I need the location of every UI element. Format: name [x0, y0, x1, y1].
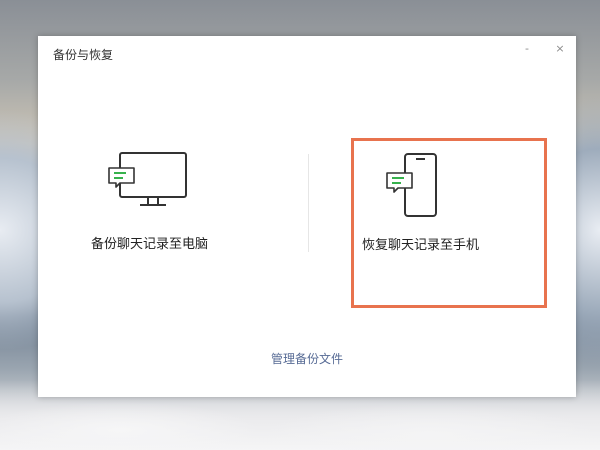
desktop-background: 备份与恢复 - × 备份聊天记录至电脑 恢复聊天记录至手机 管理备份文件: [0, 0, 600, 450]
backup-restore-window: 备份与恢复 - × 备份聊天记录至电脑 恢复聊天记录至手机 管理备份文件: [38, 36, 576, 397]
close-button[interactable]: ×: [552, 41, 568, 57]
backup-to-pc-option[interactable]: 备份聊天记录至电脑: [68, 136, 278, 296]
phone-chat-icon: [386, 153, 440, 223]
restore-to-phone-label: 恢复聊天记录至手机: [362, 238, 480, 253]
options-divider: [308, 154, 309, 252]
backup-to-pc-label: 备份聊天记录至电脑: [91, 237, 209, 252]
restore-to-phone-option[interactable]: 恢复聊天记录至手机: [351, 138, 547, 306]
manage-backup-files-link[interactable]: 管理备份文件: [271, 350, 343, 367]
minimize-button[interactable]: -: [519, 41, 535, 57]
desktop-chat-icon: [108, 152, 190, 214]
window-title: 备份与恢复: [53, 48, 114, 62]
